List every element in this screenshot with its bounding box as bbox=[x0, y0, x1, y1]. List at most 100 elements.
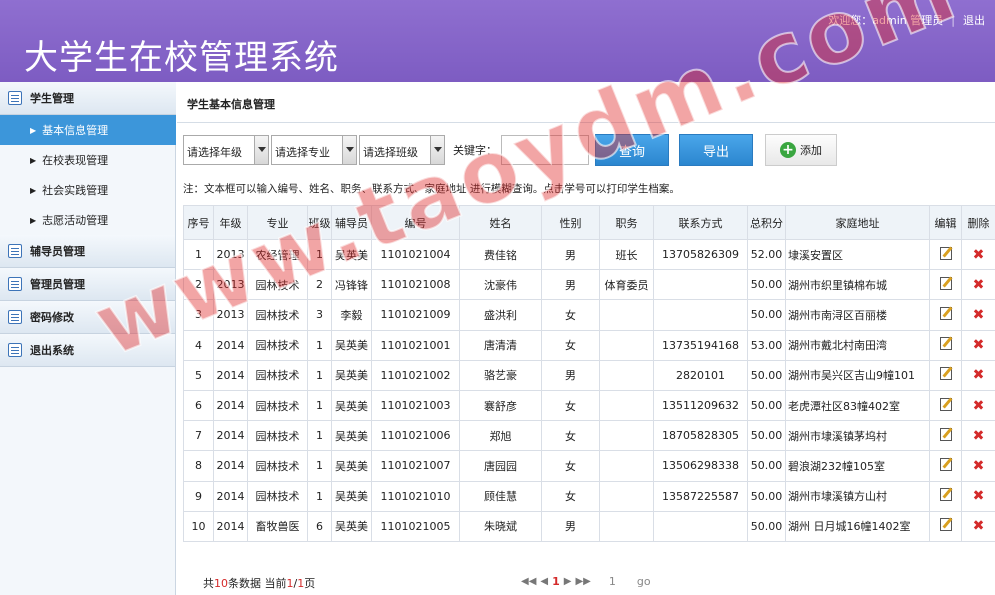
edit-icon[interactable] bbox=[939, 427, 952, 441]
edit-icon[interactable] bbox=[939, 337, 952, 351]
table-cell: 园林技术 bbox=[247, 269, 308, 301]
table-cell: 女 bbox=[541, 480, 600, 512]
table-cell bbox=[599, 510, 654, 542]
table-cell: 沈豪伟 bbox=[459, 269, 542, 301]
table-cell[interactable]: 1101021003 bbox=[371, 389, 460, 422]
delete-icon[interactable]: ✖ bbox=[973, 367, 985, 383]
goto-page-input[interactable]: 1 bbox=[609, 575, 631, 588]
table-cell[interactable]: 1101021001 bbox=[371, 329, 460, 361]
delete-icon[interactable]: ✖ bbox=[973, 277, 985, 293]
major-select[interactable]: 请选择专业 bbox=[271, 135, 357, 165]
table-cell: 湖州 日月城16幢1402室 bbox=[785, 510, 930, 542]
column-header: 职务 bbox=[599, 205, 654, 240]
edit-icon[interactable] bbox=[939, 518, 952, 532]
table-cell[interactable]: 1101021004 bbox=[371, 238, 460, 271]
menu-head-label: 密码修改 bbox=[30, 311, 74, 324]
last-page-icon[interactable]: ▶▶ bbox=[575, 576, 590, 587]
table-cell: 费佳铭 bbox=[459, 238, 542, 271]
table-cell: 50.00 bbox=[747, 480, 786, 512]
table-cell: 园林技术 bbox=[247, 480, 308, 512]
delete-cell: ✖ bbox=[961, 329, 995, 361]
table-cell[interactable]: 1101021002 bbox=[371, 359, 460, 391]
list-icon bbox=[8, 343, 22, 357]
delete-icon[interactable]: ✖ bbox=[973, 518, 985, 534]
table-cell: 吴英美 bbox=[331, 420, 372, 452]
delete-icon[interactable]: ✖ bbox=[973, 428, 985, 444]
query-button[interactable]: 查询 bbox=[595, 134, 669, 166]
edit-icon[interactable] bbox=[939, 246, 952, 260]
delete-icon[interactable]: ✖ bbox=[973, 488, 985, 504]
menu-head-student-management[interactable]: 学生管理 bbox=[0, 82, 176, 115]
table-cell: 唐园园 bbox=[459, 450, 542, 482]
table-cell: 2820101 bbox=[653, 359, 748, 391]
search-note: 注：文本框可以输入编号、姓名、职务、联系方式、家庭地址 进行模糊查询。点击学号可… bbox=[183, 183, 680, 195]
menu-head-counselor-management[interactable]: 辅导员管理 bbox=[0, 235, 175, 268]
pager-suffix: 页 bbox=[304, 577, 316, 590]
column-header: 序号 bbox=[183, 205, 214, 240]
table-cell[interactable]: 1101021008 bbox=[371, 269, 460, 301]
logout-link[interactable]: 退出 bbox=[963, 12, 985, 28]
sidebar-item-volunteer[interactable]: ▶ 志愿活动管理 bbox=[0, 205, 176, 235]
table-cell: 50.00 bbox=[747, 269, 786, 301]
table-cell: 6 bbox=[307, 510, 332, 542]
table-row: 10 2014 畜牧兽医 6 吴英美 1101021005 朱晓斌男 50.00 湖州 日月城1… bbox=[183, 510, 995, 542]
column-header: 辅导员 bbox=[331, 205, 372, 240]
table-cell: 男 bbox=[541, 238, 600, 271]
grade-select[interactable]: 请选择年级 bbox=[183, 135, 269, 165]
table-cell[interactable]: 1101021007 bbox=[371, 450, 460, 482]
keyword-input[interactable] bbox=[501, 135, 589, 165]
edit-icon[interactable] bbox=[939, 457, 952, 471]
pager: 共10条数据 当前1/1页 ◀◀ ◀ 1 ▶ ▶▶ 1 go bbox=[177, 575, 995, 595]
table-header-row: 序号 年级 专业 班级 辅导员 编号 姓名 性别 职务 联系方式 总积分 家庭地址 编辑 删除 bbox=[183, 205, 995, 240]
table-cell[interactable]: 1101021009 bbox=[371, 299, 460, 331]
add-button[interactable]: + 添加 bbox=[765, 134, 837, 166]
sidebar-item-social-practice[interactable]: ▶ 社会实践管理 bbox=[0, 175, 176, 205]
delete-icon[interactable]: ✖ bbox=[973, 458, 985, 474]
delete-icon[interactable]: ✖ bbox=[973, 307, 985, 323]
edit-icon[interactable] bbox=[939, 306, 952, 320]
delete-icon[interactable]: ✖ bbox=[973, 247, 985, 263]
go-button[interactable]: go bbox=[637, 575, 651, 588]
table-cell: 湖州市吴兴区吉山9幢101 bbox=[785, 359, 930, 391]
table-cell: 5 bbox=[183, 359, 214, 391]
table-cell: 13587225587 bbox=[653, 480, 748, 512]
menu-head-change-password[interactable]: 密码修改 bbox=[0, 301, 175, 334]
first-page-icon[interactable]: ◀◀ bbox=[521, 576, 536, 587]
table-cell: 园林技术 bbox=[247, 329, 308, 361]
table-cell: 碧浪湖232幢105室 bbox=[785, 450, 930, 482]
sidebar-item-basic-info[interactable]: ▶ 基本信息管理 bbox=[0, 115, 176, 145]
page-number[interactable]: 1 bbox=[552, 575, 560, 588]
pager-nav: ◀◀ ◀ 1 ▶ ▶▶ 1 go bbox=[521, 575, 651, 588]
next-page-icon[interactable]: ▶ bbox=[564, 576, 572, 587]
prev-page-icon[interactable]: ◀ bbox=[540, 576, 548, 587]
delete-icon[interactable]: ✖ bbox=[973, 398, 985, 414]
sidebar-item-label: 社会实践管理 bbox=[42, 184, 109, 197]
delete-cell: ✖ bbox=[961, 450, 995, 482]
table-cell[interactable]: 1101021006 bbox=[371, 420, 460, 452]
edit-icon[interactable] bbox=[939, 367, 952, 381]
table-cell[interactable]: 1101021005 bbox=[371, 510, 460, 542]
column-header: 班级 bbox=[307, 205, 332, 240]
table-cell: 女 bbox=[541, 389, 600, 422]
grade-select-value: 请选择年级 bbox=[187, 146, 242, 159]
delete-icon[interactable]: ✖ bbox=[973, 337, 985, 353]
menu-head-exit-system[interactable]: 退出系统 bbox=[0, 334, 175, 367]
chevron-down-icon bbox=[254, 136, 268, 164]
export-button[interactable]: 导出 bbox=[679, 134, 753, 166]
edit-icon[interactable] bbox=[939, 397, 952, 411]
menu-head-label: 学生管理 bbox=[30, 92, 74, 105]
class-select[interactable]: 请选择班级 bbox=[359, 135, 445, 165]
sidebar-item-performance[interactable]: ▶ 在校表现管理 bbox=[0, 145, 176, 175]
edit-icon[interactable] bbox=[939, 488, 952, 502]
edit-cell bbox=[929, 359, 962, 391]
table-cell[interactable]: 1101021010 bbox=[371, 480, 460, 512]
menu-head-admin-management[interactable]: 管理员管理 bbox=[0, 268, 175, 301]
table-cell: 13506298338 bbox=[653, 450, 748, 482]
table-cell: 50.00 bbox=[747, 389, 786, 422]
table-cell: 13705826309 bbox=[653, 238, 748, 271]
table-cell: 男 bbox=[541, 269, 600, 301]
table-cell: 吴英美 bbox=[331, 450, 372, 482]
edit-icon[interactable] bbox=[939, 276, 952, 290]
table-cell: 女 bbox=[541, 329, 600, 361]
table-cell: 郑旭 bbox=[459, 420, 542, 452]
